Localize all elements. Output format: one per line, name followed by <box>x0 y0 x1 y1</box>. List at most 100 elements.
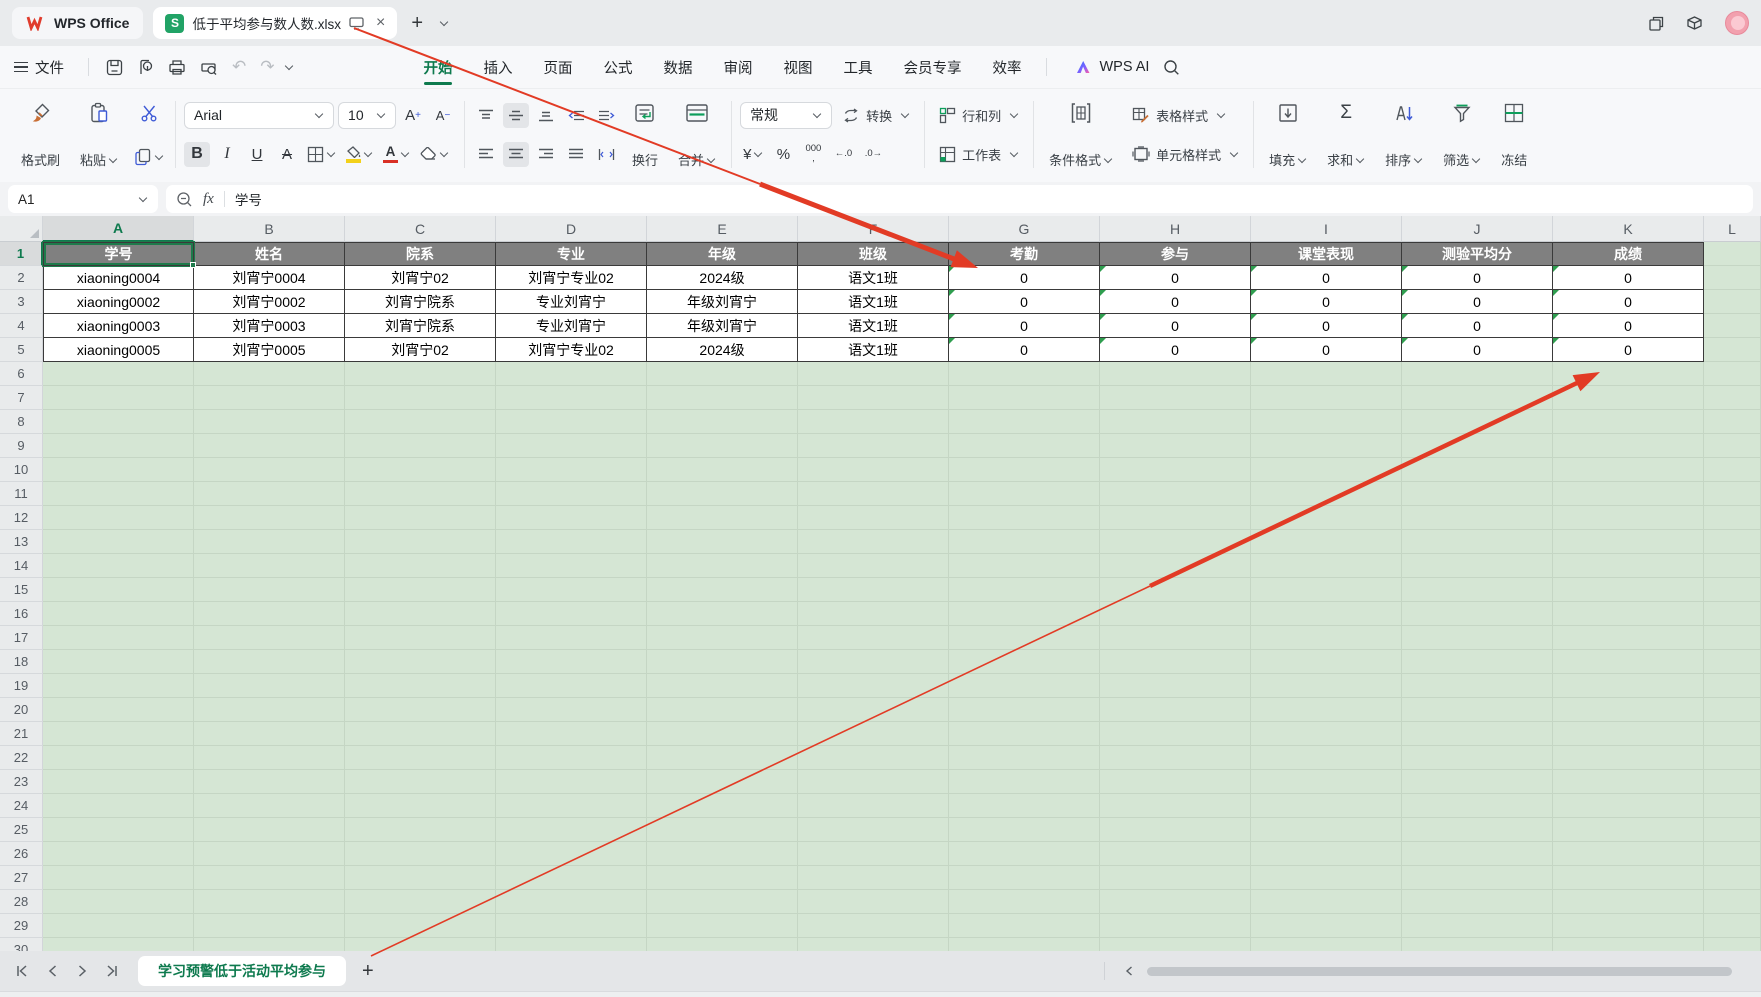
next-sheet-icon[interactable] <box>70 959 94 983</box>
file-menu[interactable]: 文件 <box>14 57 64 78</box>
cell-G26[interactable] <box>949 842 1100 866</box>
cell-K11[interactable] <box>1553 482 1704 506</box>
row-header-5[interactable]: 5 <box>0 338 43 362</box>
currency-format-button[interactable]: ¥ <box>740 142 766 167</box>
cell-G12[interactable] <box>949 506 1100 530</box>
cell-F4[interactable]: 语文1班 <box>798 314 949 338</box>
align-middle-button[interactable] <box>503 103 529 128</box>
cell-H2[interactable]: 0 <box>1100 266 1251 290</box>
cell-D21[interactable] <box>496 722 647 746</box>
row-header-13[interactable]: 13 <box>0 530 43 554</box>
cell-K29[interactable] <box>1553 914 1704 938</box>
cell-E21[interactable] <box>647 722 798 746</box>
cell-F16[interactable] <box>798 602 949 626</box>
strikethrough-button[interactable]: A <box>274 142 300 167</box>
cell-J10[interactable] <box>1402 458 1553 482</box>
sum-button[interactable]: Σ 求和 <box>1320 97 1372 172</box>
cell-I6[interactable] <box>1251 362 1402 386</box>
cell-B19[interactable] <box>194 674 345 698</box>
cell-E17[interactable] <box>647 626 798 650</box>
cell-I7[interactable] <box>1251 386 1402 410</box>
wps-office-button[interactable]: WPS Office <box>12 7 143 39</box>
cell-K25[interactable] <box>1553 818 1704 842</box>
cell-H22[interactable] <box>1100 746 1251 770</box>
cell-F24[interactable] <box>798 794 949 818</box>
cell-L18[interactable] <box>1704 650 1761 674</box>
last-sheet-icon[interactable] <box>100 959 124 983</box>
underline-button[interactable]: U <box>244 142 270 167</box>
cell-D27[interactable] <box>496 866 647 890</box>
cell-H26[interactable] <box>1100 842 1251 866</box>
cell-E15[interactable] <box>647 578 798 602</box>
first-sheet-icon[interactable] <box>10 959 34 983</box>
cell-E9[interactable] <box>647 434 798 458</box>
tab-data[interactable]: 数据 <box>662 48 695 87</box>
cell-B17[interactable] <box>194 626 345 650</box>
cell-A16[interactable] <box>43 602 194 626</box>
cell-A25[interactable] <box>43 818 194 842</box>
cell-J6[interactable] <box>1402 362 1553 386</box>
cell-A14[interactable] <box>43 554 194 578</box>
cell-A7[interactable] <box>43 386 194 410</box>
cell-F21[interactable] <box>798 722 949 746</box>
cell-L12[interactable] <box>1704 506 1761 530</box>
font-size-select[interactable]: 10 <box>338 102 396 129</box>
cell-D2[interactable]: 刘宵宁专业02 <box>496 266 647 290</box>
row-header-12[interactable]: 12 <box>0 506 43 530</box>
cell-F2[interactable]: 语文1班 <box>798 266 949 290</box>
cell-A24[interactable] <box>43 794 194 818</box>
cell-A19[interactable] <box>43 674 194 698</box>
cell-D11[interactable] <box>496 482 647 506</box>
cell-H8[interactable] <box>1100 410 1251 434</box>
cell-D5[interactable]: 刘宵宁专业02 <box>496 338 647 362</box>
fill-color-button[interactable] <box>343 142 376 167</box>
cell-D3[interactable]: 专业刘宵宁 <box>496 290 647 314</box>
cell-A27[interactable] <box>43 866 194 890</box>
cell-F1[interactable]: 班级 <box>798 242 949 266</box>
cell-J15[interactable] <box>1402 578 1553 602</box>
tab-formula[interactable]: 公式 <box>602 48 635 87</box>
row-header-3[interactable]: 3 <box>0 290 43 314</box>
cell-I13[interactable] <box>1251 530 1402 554</box>
cell-A21[interactable] <box>43 722 194 746</box>
column-header-J[interactable]: J <box>1402 216 1553 242</box>
cell-B20[interactable] <box>194 698 345 722</box>
cell-B27[interactable] <box>194 866 345 890</box>
cell-J16[interactable] <box>1402 602 1553 626</box>
cell-C15[interactable] <box>345 578 496 602</box>
cell-E29[interactable] <box>647 914 798 938</box>
cell-G23[interactable] <box>949 770 1100 794</box>
cell-C8[interactable] <box>345 410 496 434</box>
cell-H29[interactable] <box>1100 914 1251 938</box>
cell-I16[interactable] <box>1251 602 1402 626</box>
cell-B10[interactable] <box>194 458 345 482</box>
cell-B8[interactable] <box>194 410 345 434</box>
cell-E8[interactable] <box>647 410 798 434</box>
cell-D28[interactable] <box>496 890 647 914</box>
cell-G19[interactable] <box>949 674 1100 698</box>
row-header-20[interactable]: 20 <box>0 698 43 722</box>
cell-L11[interactable] <box>1704 482 1761 506</box>
row-header-21[interactable]: 21 <box>0 722 43 746</box>
cell-F18[interactable] <box>798 650 949 674</box>
cell-I29[interactable] <box>1251 914 1402 938</box>
cell-E23[interactable] <box>647 770 798 794</box>
cell-C22[interactable] <box>345 746 496 770</box>
cell-J22[interactable] <box>1402 746 1553 770</box>
cell-G11[interactable] <box>949 482 1100 506</box>
cell-L19[interactable] <box>1704 674 1761 698</box>
cell-I17[interactable] <box>1251 626 1402 650</box>
cell-A5[interactable]: xiaoning0005 <box>43 338 194 362</box>
increase-indent-button[interactable] <box>593 103 619 128</box>
tab-page[interactable]: 页面 <box>542 48 575 87</box>
cell-J27[interactable] <box>1402 866 1553 890</box>
chevron-down-icon[interactable] <box>440 18 448 26</box>
row-header-30[interactable]: 30 <box>0 938 43 951</box>
cell-H13[interactable] <box>1100 530 1251 554</box>
cell-A29[interactable] <box>43 914 194 938</box>
history-chevron-icon[interactable] <box>284 62 292 70</box>
cell-style-button[interactable]: 单元格样式 <box>1126 145 1245 164</box>
cell-J4[interactable]: 0 <box>1402 314 1553 338</box>
cell-K28[interactable] <box>1553 890 1704 914</box>
cell-K22[interactable] <box>1553 746 1704 770</box>
